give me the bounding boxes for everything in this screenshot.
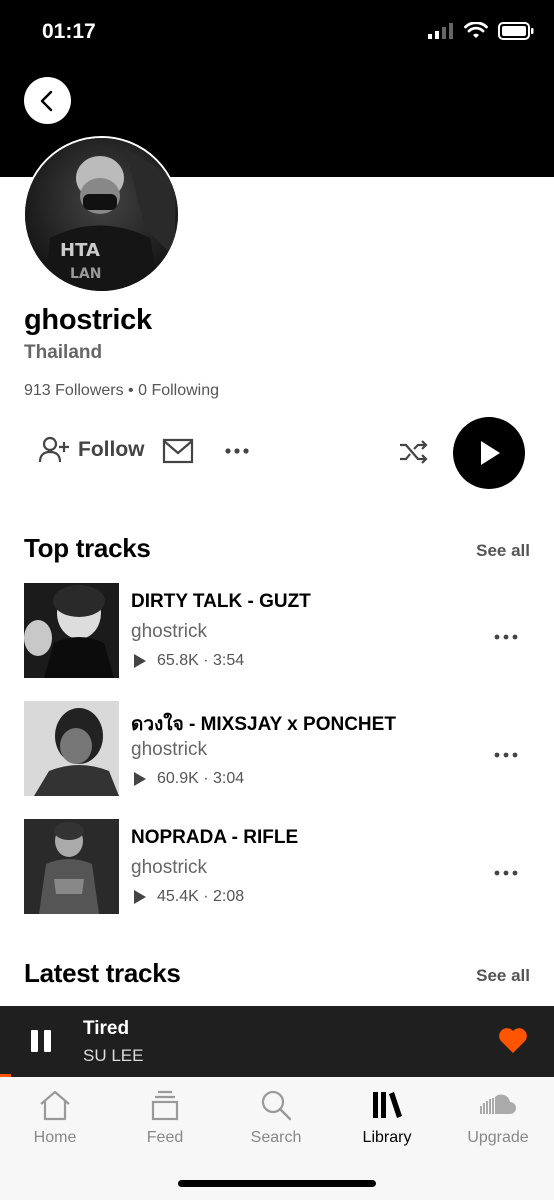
profile-actions: Follow	[38, 417, 528, 489]
track-artwork	[24, 701, 119, 796]
feed-icon	[151, 1090, 179, 1121]
shuffle-button[interactable]	[398, 438, 430, 471]
latest-tracks-see-all[interactable]: See all	[476, 966, 530, 986]
pause-icon	[31, 1030, 38, 1052]
soundcloud-icon	[480, 1094, 516, 1114]
track-artist: ghostrick	[131, 621, 208, 642]
home-indicator	[178, 1180, 376, 1187]
track-artist: ghostrick	[131, 857, 208, 878]
track-duration: 3:04	[213, 770, 245, 787]
svg-text:HTA: HTA	[60, 240, 100, 261]
home-icon	[40, 1090, 70, 1121]
track-row[interactable]: NOPRADA - RIFLE ghostrick 45.4K · 2:08	[24, 819, 530, 914]
like-button[interactable]	[498, 1026, 528, 1059]
add-person-icon	[38, 436, 69, 463]
message-button[interactable]	[162, 438, 194, 469]
tab-feed[interactable]: Feed	[110, 1089, 220, 1147]
track-artwork	[24, 819, 119, 914]
track-more-button[interactable]	[494, 863, 518, 881]
heart-icon	[499, 1028, 527, 1053]
back-button[interactable]	[24, 77, 71, 124]
top-tracks-title: Top tracks	[24, 533, 151, 563]
more-options-button[interactable]	[224, 442, 250, 460]
now-playing-artist: SU LEE	[83, 1046, 144, 1065]
more-horizontal-icon	[494, 752, 518, 758]
play-button[interactable]	[453, 417, 525, 489]
track-artwork	[24, 583, 119, 678]
profile-name: ghostrick	[24, 304, 152, 336]
track-meta: 65.8K · 3:54	[133, 652, 244, 670]
track-title: DIRTY TALK - GUZT	[131, 591, 311, 612]
chevron-left-icon	[40, 90, 52, 111]
play-count-icon	[134, 890, 146, 904]
track-plays: 60.9K	[157, 770, 199, 787]
track-plays: 45.4K	[157, 888, 199, 905]
battery-icon	[498, 22, 534, 40]
track-row[interactable]: DIRTY TALK - GUZT ghostrick 65.8K · 3:54	[24, 583, 530, 678]
profile-stats[interactable]: 913 Followers • 0 Following	[24, 382, 219, 400]
tab-home[interactable]: Home	[0, 1089, 110, 1147]
track-duration: 2:08	[213, 888, 245, 905]
follow-button[interactable]: Follow	[38, 436, 145, 464]
top-tracks-see-all[interactable]: See all	[476, 541, 530, 561]
play-count-icon	[134, 772, 146, 786]
track-plays: 65.8K	[157, 652, 199, 669]
shuffle-icon	[400, 440, 428, 464]
play-icon	[481, 441, 500, 465]
mail-icon	[162, 438, 194, 464]
track-more-button[interactable]	[494, 627, 518, 645]
more-horizontal-icon	[494, 870, 518, 876]
track-more-button[interactable]	[494, 745, 518, 763]
svg-text:LAN: LAN	[70, 266, 101, 282]
latest-tracks-title: Latest tracks	[24, 958, 181, 988]
search-icon	[261, 1090, 292, 1121]
track-title: NOPRADA - RIFLE	[131, 827, 299, 848]
follow-label: Follow	[78, 438, 145, 461]
tab-label: Home	[33, 1129, 77, 1146]
tab-label: Library	[362, 1129, 412, 1146]
library-icon	[373, 1092, 402, 1118]
avatar[interactable]: HTA LAN	[23, 136, 180, 293]
signal-icon	[428, 23, 453, 39]
tab-label: Upgrade	[467, 1129, 529, 1146]
profile-country: Thailand	[24, 342, 103, 363]
track-artist: ghostrick	[131, 739, 208, 760]
wifi-icon	[464, 22, 488, 38]
more-horizontal-icon	[494, 634, 518, 640]
more-horizontal-icon	[225, 448, 249, 454]
status-icons	[428, 22, 534, 40]
tab-label: Search	[250, 1129, 302, 1146]
mini-player[interactable]: Tired SU LEE	[0, 1006, 554, 1077]
tab-library[interactable]: Library	[332, 1089, 442, 1147]
track-title: ดวงใจ - MIXSJAY x PONCHET	[131, 714, 396, 735]
track-duration: 3:54	[213, 652, 245, 669]
tab-upgrade[interactable]: Upgrade	[443, 1089, 553, 1147]
tab-label: Feed	[146, 1129, 184, 1146]
status-time: 01:17	[42, 20, 96, 43]
now-playing-title: Tired	[83, 1018, 130, 1039]
track-meta: 60.9K · 3:04	[133, 770, 244, 788]
track-meta: 45.4K · 2:08	[133, 888, 244, 906]
play-count-icon	[134, 654, 146, 668]
pause-button[interactable]	[31, 1030, 51, 1052]
tab-search[interactable]: Search	[221, 1089, 331, 1147]
track-row[interactable]: ดวงใจ - MIXSJAY x PONCHET ghostrick 60.9…	[24, 701, 530, 796]
